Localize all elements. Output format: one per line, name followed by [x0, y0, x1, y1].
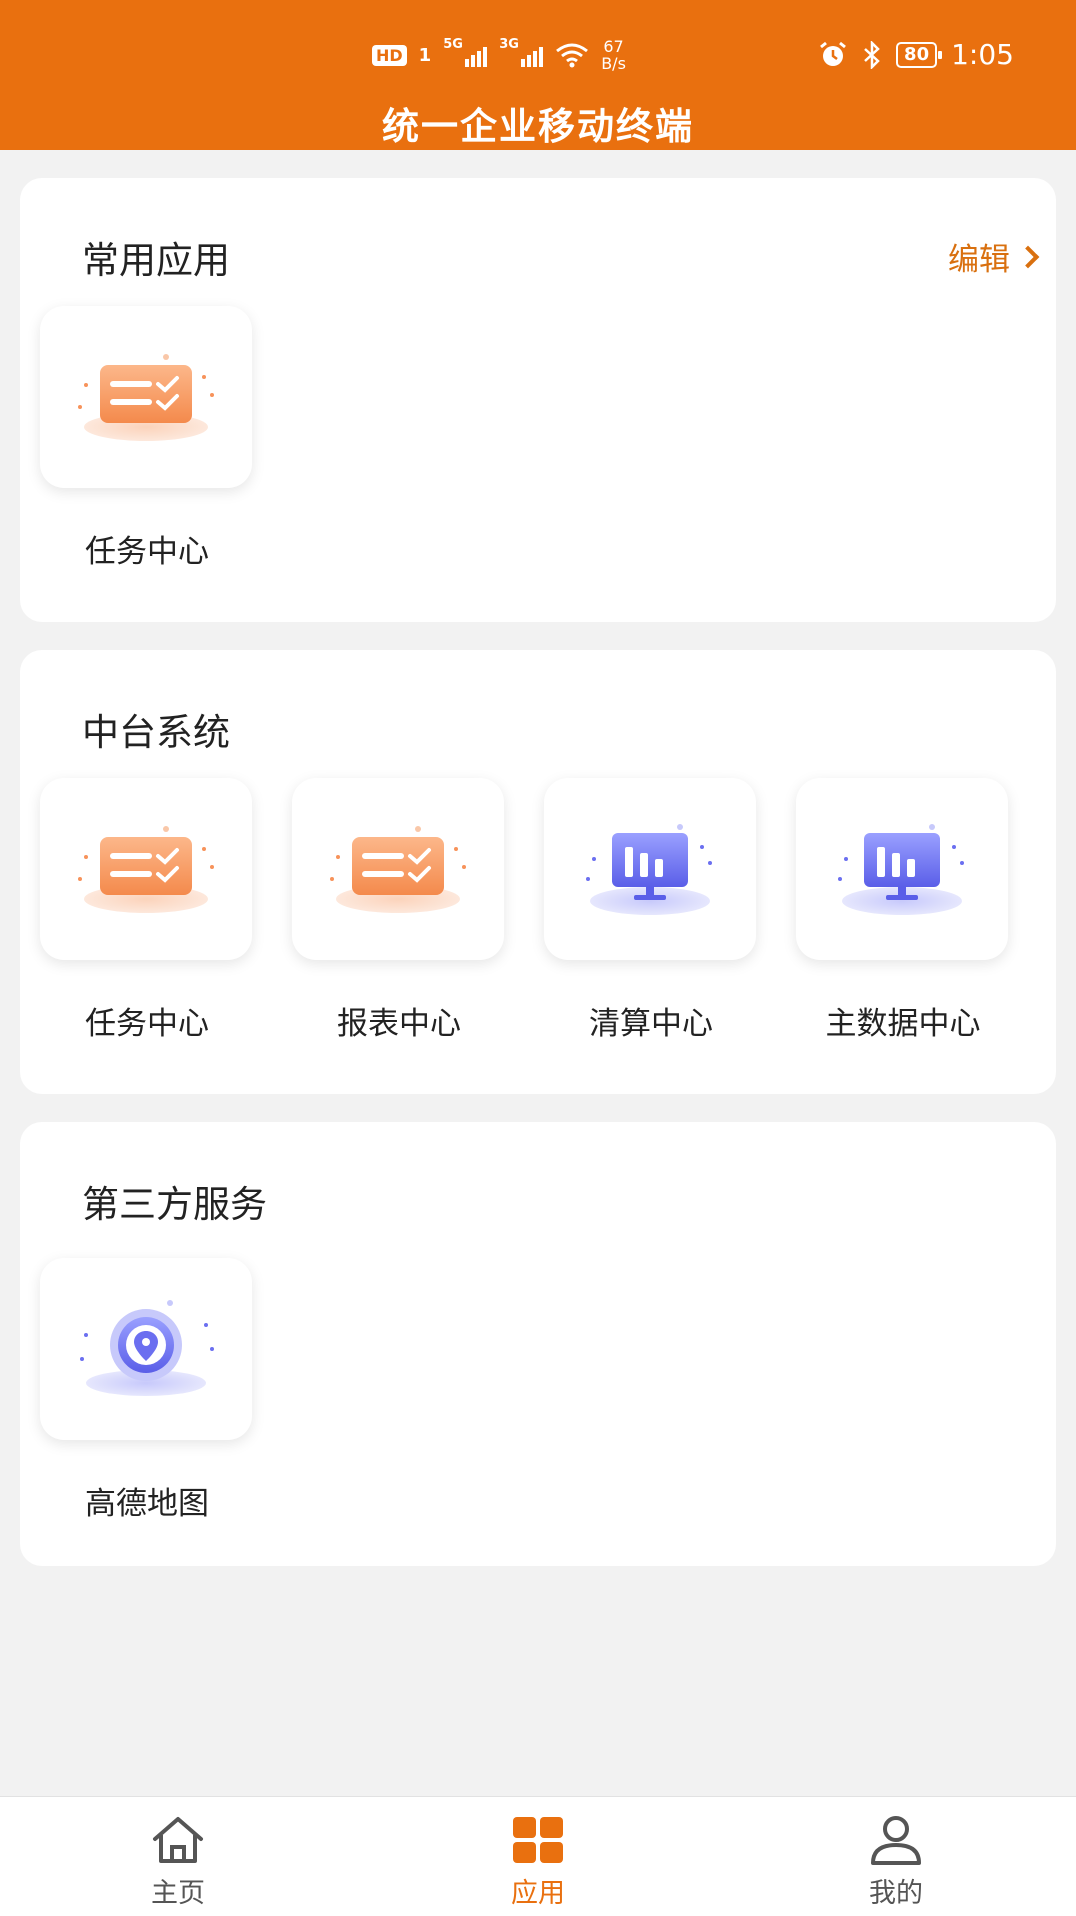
app-tile-task-center[interactable]: 任务中心 [40, 306, 254, 570]
chevron-right-icon [1016, 245, 1040, 268]
app-tile-icon-box [796, 778, 1008, 960]
report-center-icon [318, 819, 478, 919]
app-tile-clearing-center[interactable]: 清算中心 [544, 778, 758, 1042]
app-title: 统一企业移动终端 [382, 105, 694, 148]
app-tile-report-center[interactable]: 报表中心 [292, 778, 506, 1042]
tab-profile[interactable]: 我的 [826, 1815, 966, 1910]
third-party-services-card: 第三方服务 高德地图 [20, 1122, 1056, 1566]
tab-label: 应用 [511, 1878, 565, 1909]
section-title: 第三方服务 [82, 1183, 267, 1226]
app-tile-master-data-center[interactable]: 主数据中心 [796, 778, 1010, 1042]
master-data-center-icon [822, 819, 982, 919]
task-center-icon [66, 819, 226, 919]
app-tile-label: 任务中心 [85, 1006, 209, 1042]
app-tile-label: 主数据中心 [825, 1006, 981, 1042]
common-apps-card: 常用应用 编辑 任务中心 [20, 178, 1056, 622]
app-tile-icon-box [40, 1258, 252, 1440]
app-header: HD 1 5G 3G 67 B/s 80 1:05 统一企业移动终端 [0, 0, 1076, 150]
section-title: 中台系统 [82, 711, 230, 754]
task-center-icon [66, 347, 226, 447]
status-bar: HD 1 5G 3G 67 B/s 80 1:05 [0, 34, 1076, 74]
app-tile-task-center[interactable]: 任务中心 [40, 778, 254, 1042]
alarm-icon [820, 41, 846, 66]
app-tile-label: 报表中心 [337, 1006, 461, 1042]
tab-home[interactable]: 主页 [108, 1815, 248, 1910]
apps-grid-icon [513, 1817, 563, 1863]
app-tile-icon-box [544, 778, 756, 960]
signal-icon: 5G [443, 37, 488, 67]
edit-button[interactable]: 编辑 [948, 234, 1040, 279]
app-tile-icon-box [40, 778, 252, 960]
hd-badge: HD [372, 44, 407, 66]
amap-location-icon [66, 1299, 226, 1399]
app-tile-icon-box [292, 778, 504, 960]
tab-label: 我的 [869, 1878, 923, 1909]
tab-label: 主页 [151, 1878, 205, 1909]
wifi-icon [556, 43, 589, 68]
app-tile-label: 高德地图 [85, 1486, 209, 1522]
battery-icon: 80 [896, 41, 943, 68]
app-tile-label: 任务中心 [85, 534, 209, 570]
profile-icon [871, 1816, 921, 1865]
bottom-tab-bar: 主页 应用 我的 [0, 1796, 1076, 1916]
section-title: 常用应用 [82, 239, 230, 282]
signal-icon: 3G [499, 37, 544, 67]
app-tile-amap[interactable]: 高德地图 [40, 1258, 254, 1522]
platform-systems-card: 中台系统 任务中心 报表中心 清算中心 主数据中心 [20, 650, 1056, 1094]
status-time: 1:05 [951, 38, 1014, 71]
tab-apps[interactable]: 应用 [468, 1815, 608, 1910]
bluetooth-icon [864, 40, 880, 69]
network-speed: 67 B/s [601, 37, 626, 73]
app-tile-icon-box [40, 306, 252, 488]
clearing-center-icon [570, 819, 730, 919]
app-tile-label: 清算中心 [589, 1006, 713, 1042]
home-icon [153, 1817, 203, 1863]
sim-icon: 1 [418, 44, 432, 66]
